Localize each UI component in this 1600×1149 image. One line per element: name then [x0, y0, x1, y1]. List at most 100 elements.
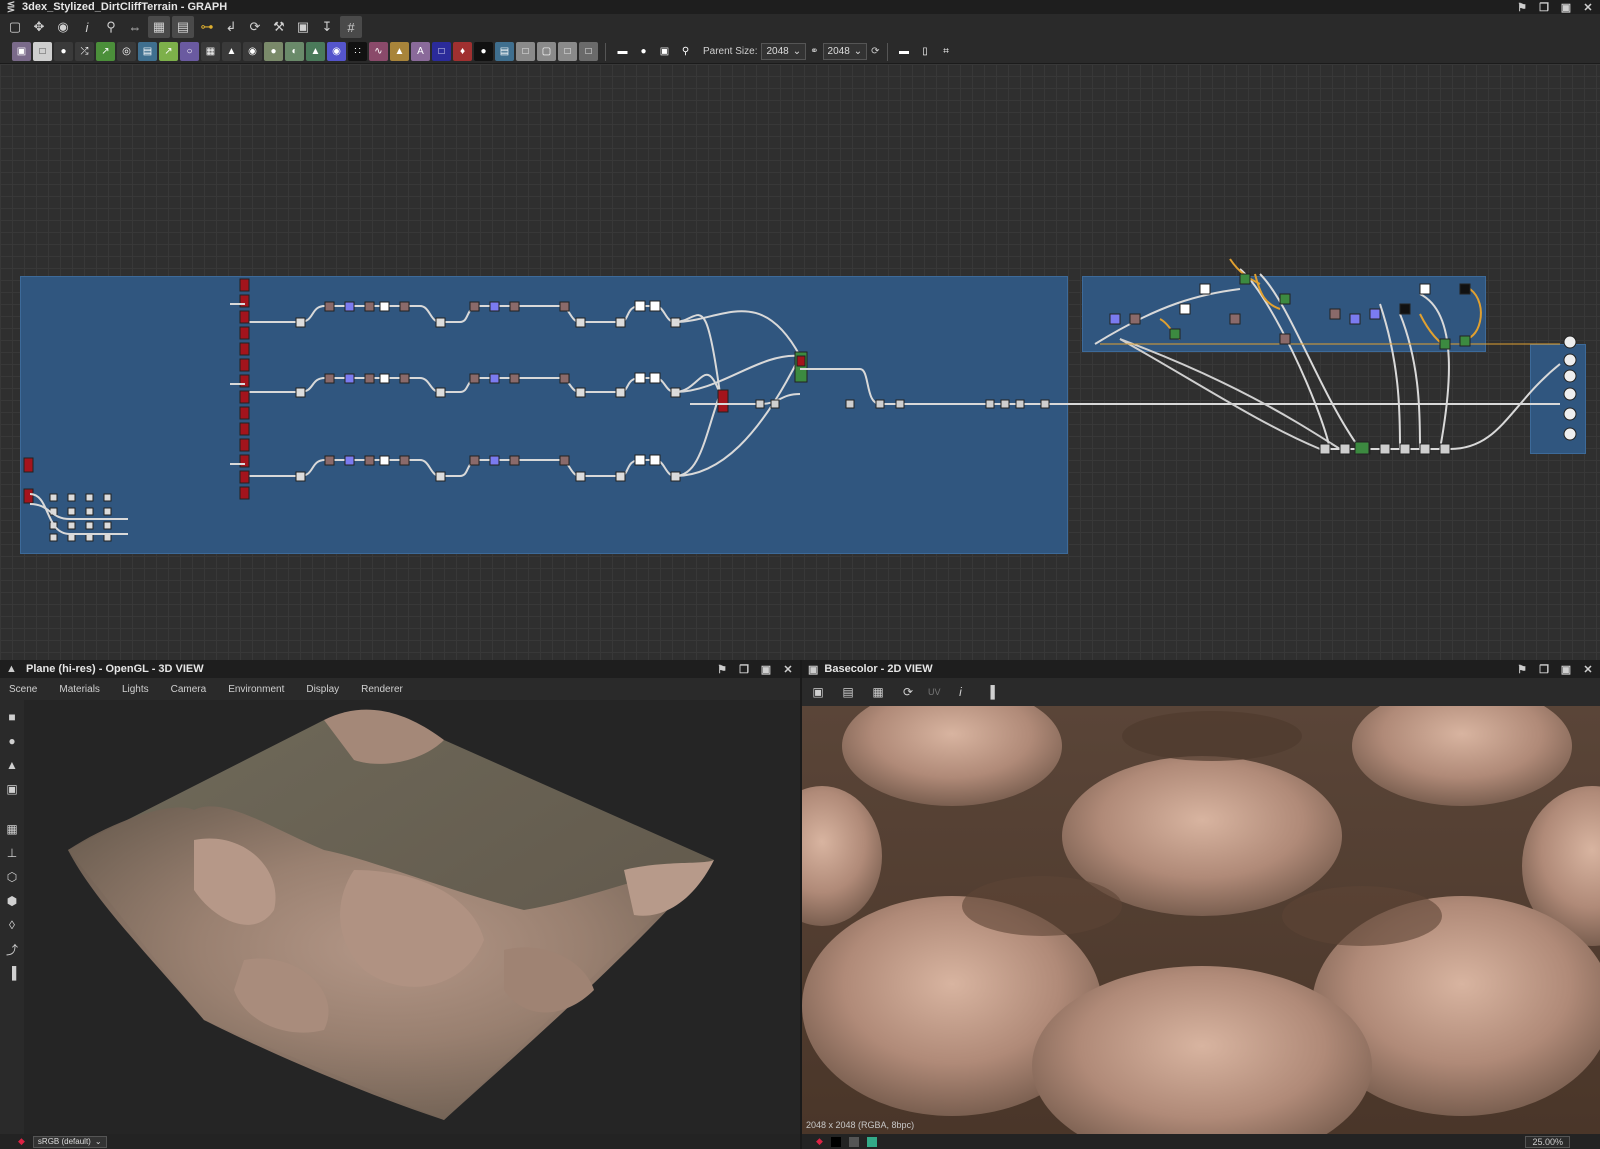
graph-node[interactable]: [399, 301, 410, 312]
graph-node[interactable]: [239, 470, 250, 484]
text-node-icon[interactable]: A: [411, 42, 430, 61]
tile-node-icon[interactable]: ▦: [201, 42, 220, 61]
graph-node[interactable]: [295, 317, 306, 328]
gradient-map-icon[interactable]: □: [558, 42, 577, 61]
restore-icon[interactable]: ❐: [1538, 1, 1550, 14]
graph-node[interactable]: [469, 301, 480, 312]
graph-node[interactable]: [1229, 313, 1241, 325]
graph-node[interactable]: [489, 373, 500, 384]
light-bulb-icon[interactable]: ●: [2, 732, 22, 750]
graph-node[interactable]: [1169, 328, 1181, 340]
camera-icon[interactable]: ◉: [52, 16, 74, 38]
graph-node[interactable]: [575, 387, 586, 398]
pin-icon[interactable]: ⚑: [1516, 663, 1528, 676]
frame-icon[interactable]: ▢: [4, 16, 26, 38]
graph-node[interactable]: [985, 399, 995, 409]
graph-node[interactable]: [103, 507, 112, 516]
graph-node[interactable]: [364, 373, 375, 384]
graph-node[interactable]: [1419, 443, 1431, 455]
graph-node[interactable]: [23, 488, 34, 504]
graph-node[interactable]: [489, 455, 500, 466]
graph-node[interactable]: [1000, 399, 1010, 409]
graph-node[interactable]: [1199, 283, 1211, 295]
info-icon[interactable]: i: [76, 16, 98, 38]
statistics-icon[interactable]: ▐: [2, 964, 22, 982]
graph-node[interactable]: [85, 521, 94, 530]
cube-shape-icon[interactable]: ⬡: [2, 868, 22, 886]
graph-node[interactable]: [67, 521, 76, 530]
paste-icon[interactable]: ▦: [868, 682, 888, 702]
graph-node[interactable]: [575, 471, 586, 482]
layout-icon[interactable]: ▦: [148, 16, 170, 38]
refresh-icon[interactable]: ⟳: [244, 16, 266, 38]
black-swatch-icon[interactable]: [830, 1136, 841, 1147]
connect-icon[interactable]: ⊶: [196, 16, 218, 38]
graph-node[interactable]: [324, 373, 335, 384]
reset-size-icon[interactable]: ⟳: [871, 46, 879, 57]
graph-node[interactable]: [1129, 313, 1141, 325]
menu-environment[interactable]: Environment: [228, 684, 284, 695]
graph-node[interactable]: [770, 399, 780, 409]
graph-node[interactable]: [1399, 303, 1411, 315]
graph-node[interactable]: [324, 455, 335, 466]
graph-node[interactable]: [845, 399, 855, 409]
parent-size-dropdown[interactable]: 2048 ⌄: [761, 43, 807, 60]
graph-node[interactable]: [324, 301, 335, 312]
graph-node[interactable]: [399, 455, 410, 466]
graph-node[interactable]: [435, 471, 446, 482]
fill-node-icon[interactable]: ◎: [117, 42, 136, 61]
close-icon[interactable]: ✕: [1582, 1, 1594, 14]
graph-node[interactable]: [67, 533, 76, 542]
graph-node[interactable]: [239, 454, 250, 468]
graph-node[interactable]: [615, 317, 626, 328]
mesh-icon[interactable]: ▦: [2, 820, 22, 838]
color-node-icon[interactable]: ◉: [327, 42, 346, 61]
output-node[interactable]: [1563, 353, 1577, 367]
graph-node[interactable]: [1319, 443, 1331, 455]
route-icon[interactable]: ↲: [220, 16, 242, 38]
info-icon[interactable]: i: [951, 682, 971, 702]
graph-node[interactable]: [634, 454, 646, 466]
graph-node[interactable]: [615, 387, 626, 398]
graph-node[interactable]: [1369, 308, 1381, 320]
maximize-icon[interactable]: ▣: [760, 663, 772, 676]
graph-node[interactable]: [103, 533, 112, 542]
maximize-icon[interactable]: ▣: [1560, 663, 1572, 676]
graph-node[interactable]: [649, 300, 661, 312]
graph-node[interactable]: [435, 317, 446, 328]
graph-node[interactable]: [239, 486, 250, 500]
graph-node[interactable]: [895, 399, 905, 409]
menu-materials[interactable]: Materials: [59, 684, 100, 695]
transform-node-icon[interactable]: □: [432, 42, 451, 61]
graph-node[interactable]: [1279, 293, 1291, 305]
grid-icon[interactable]: #: [340, 16, 362, 38]
graph-node[interactable]: [103, 521, 112, 530]
pixel-processor-icon[interactable]: □: [516, 42, 535, 61]
graph-node[interactable]: [796, 355, 806, 367]
graph-node[interactable]: [379, 373, 390, 384]
graph-node[interactable]: [295, 471, 306, 482]
sharpen-node-icon[interactable]: ▲: [390, 42, 409, 61]
graph-node[interactable]: [85, 533, 94, 542]
histogram-icon[interactable]: ▐: [981, 682, 1001, 702]
graph-node[interactable]: [1040, 399, 1050, 409]
graph-canvas[interactable]: [0, 64, 1600, 660]
value-node-icon[interactable]: ●: [474, 42, 493, 61]
shuffle-node-icon[interactable]: ⤮: [75, 42, 94, 61]
graph-node[interactable]: [1239, 273, 1251, 285]
graph-node[interactable]: [559, 373, 570, 384]
graph-node[interactable]: [67, 493, 76, 502]
graph-node[interactable]: [85, 493, 94, 502]
graph-node[interactable]: [1399, 443, 1411, 455]
graph-node[interactable]: [239, 390, 250, 404]
color-swatch-icon[interactable]: [866, 1136, 877, 1147]
environment-icon[interactable]: ▲: [2, 756, 22, 774]
blend-node-icon[interactable]: ●: [264, 42, 283, 61]
graph-node[interactable]: [239, 342, 250, 356]
graph-node[interactable]: [559, 455, 570, 466]
output-node[interactable]: [1563, 387, 1577, 401]
output-node[interactable]: [1563, 369, 1577, 383]
noise-node-icon[interactable]: ∷: [348, 42, 367, 61]
graph-node[interactable]: [509, 301, 520, 312]
graph-node[interactable]: [239, 438, 250, 452]
